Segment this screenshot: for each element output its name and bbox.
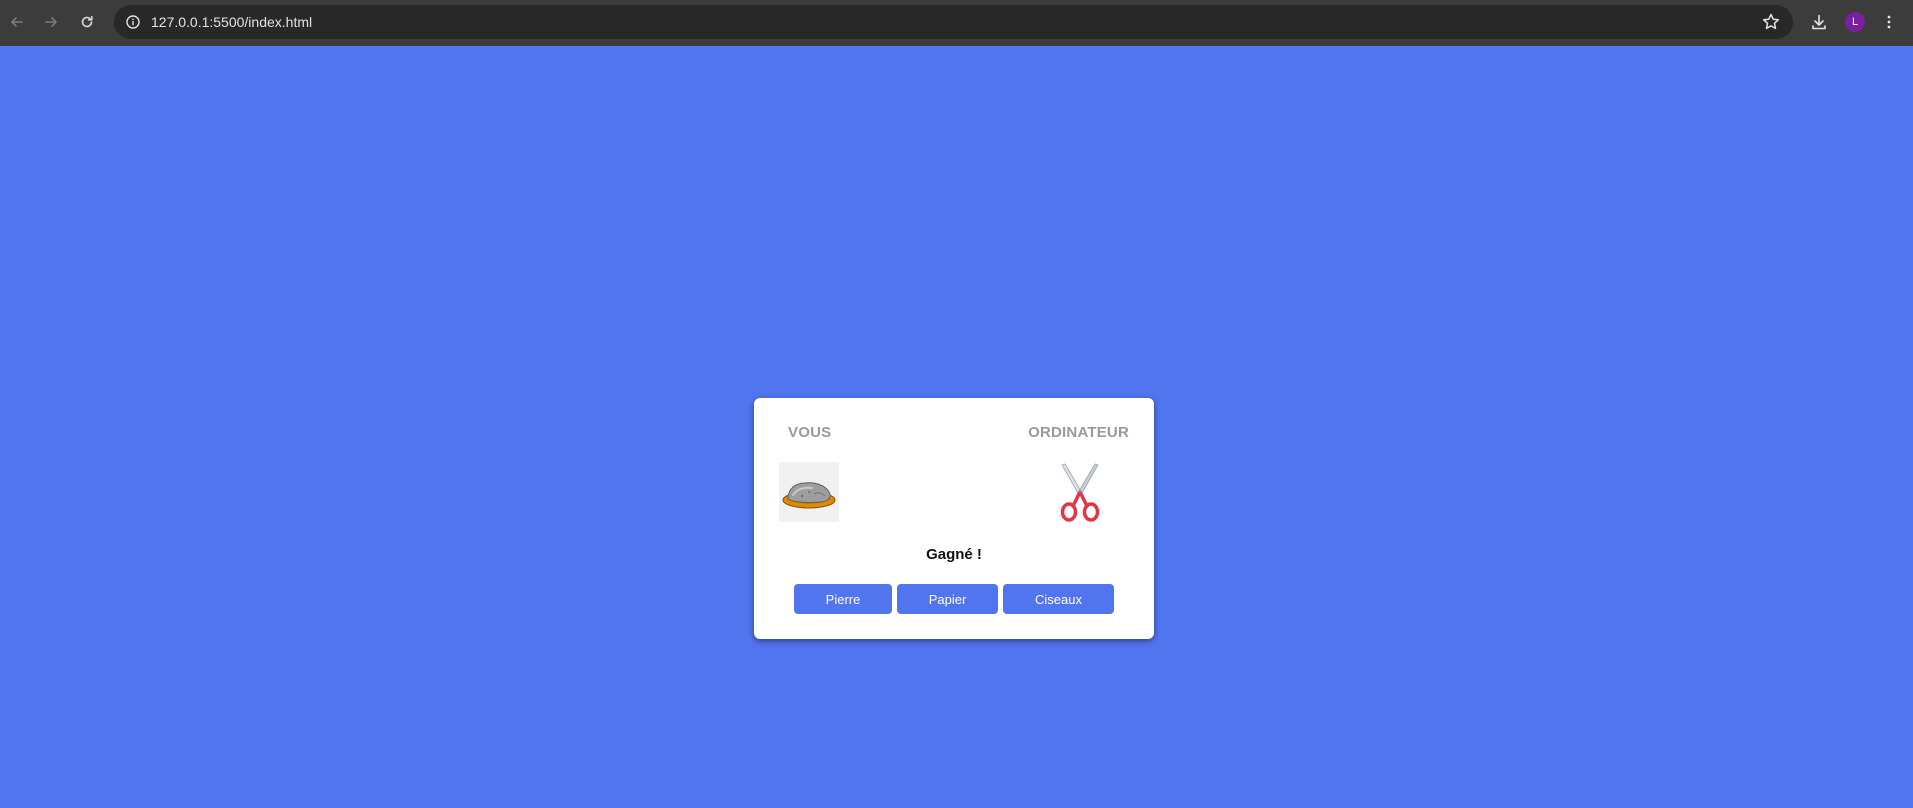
player-choice-rock-image	[779, 462, 839, 522]
paper-button[interactable]: Papier	[897, 584, 998, 614]
result-text: Gagné !	[926, 546, 982, 563]
reload-button[interactable]	[73, 8, 101, 36]
browser-toolbar: 127.0.0.1:5500/index.html L	[0, 0, 1913, 46]
forward-button[interactable]	[37, 8, 65, 36]
profile-avatar[interactable]: L	[1845, 12, 1865, 32]
rock-button[interactable]: Pierre	[794, 584, 892, 614]
bookmark-star-icon[interactable]	[1761, 12, 1781, 32]
back-button[interactable]	[3, 8, 31, 36]
scissors-button[interactable]: Ciseaux	[1003, 584, 1114, 614]
back-icon	[11, 17, 23, 27]
forward-icon	[45, 17, 57, 27]
reload-icon	[81, 15, 93, 28]
more-menu-icon	[1887, 15, 1891, 29]
download-icon	[1812, 14, 1826, 30]
more-menu-button[interactable]	[1875, 8, 1903, 36]
site-info-icon	[126, 15, 140, 29]
game-card: VOUS ORDINATEUR Gagné ! Pierre Papier Ci…	[754, 398, 1154, 639]
site-info-button[interactable]	[122, 11, 144, 33]
downloads-button[interactable]	[1805, 8, 1833, 36]
player-label: VOUS	[788, 424, 832, 441]
computer-label: ORDINATEUR	[1028, 424, 1129, 441]
computer-choice-scissors-image	[1060, 463, 1100, 522]
address-bar[interactable]: 127.0.0.1:5500/index.html	[114, 5, 1793, 39]
url-text[interactable]: 127.0.0.1:5500/index.html	[151, 5, 312, 39]
